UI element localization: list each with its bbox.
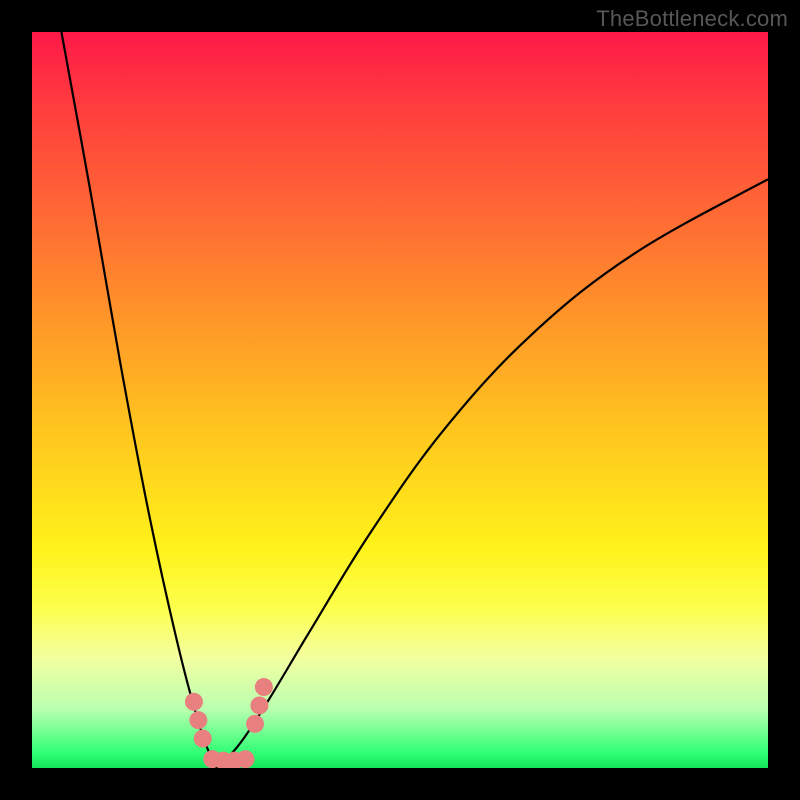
data-marker <box>194 730 212 748</box>
data-marker <box>185 693 203 711</box>
curve-left-branch <box>61 32 216 768</box>
data-marker <box>250 696 268 714</box>
data-marker <box>236 750 254 768</box>
plot-area <box>32 32 768 768</box>
data-marker <box>189 711 207 729</box>
curve-right-branch <box>216 179 768 768</box>
outer-frame: TheBottleneck.com <box>0 0 800 800</box>
watermark-text: TheBottleneck.com <box>596 6 788 32</box>
curves-svg <box>32 32 768 768</box>
marker-group <box>185 678 273 768</box>
data-marker <box>255 678 273 696</box>
data-marker <box>246 715 264 733</box>
